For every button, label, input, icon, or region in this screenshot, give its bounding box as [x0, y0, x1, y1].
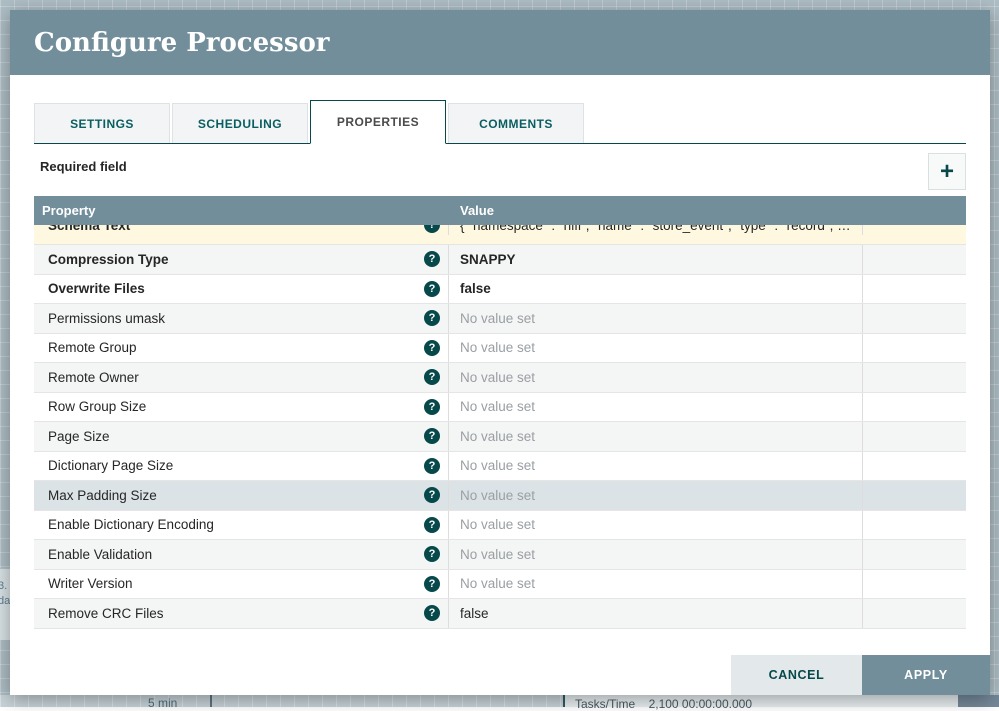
property-name: Remove CRC Files: [48, 605, 164, 621]
cancel-button[interactable]: CANCEL: [731, 655, 862, 695]
table-row[interactable]: Permissions umask ? No value set: [34, 304, 966, 334]
row-action-cell: [863, 245, 966, 274]
help-icon[interactable]: ?: [424, 310, 440, 327]
table-row[interactable]: Overwrite Files ? false: [34, 274, 966, 304]
property-value[interactable]: No value set: [460, 311, 535, 326]
dialog-header: Configure Processor: [10, 10, 990, 75]
help-icon[interactable]: ?: [424, 516, 440, 533]
property-name: Enable Dictionary Encoding: [48, 517, 214, 533]
row-action-cell: [863, 393, 966, 422]
canvas-text-fragment: da: [0, 595, 11, 607]
tab-settings[interactable]: SETTINGS: [34, 103, 170, 143]
table-row[interactable]: Schema Text ? { "namespace" : "nifi", "n…: [34, 225, 966, 245]
canvas-divider-line: [563, 695, 565, 707]
table-row[interactable]: Remote Group ? No value set: [34, 333, 966, 363]
tab-bar: SETTINGS SCHEDULING PROPERTIES COMMENTS: [34, 100, 966, 144]
row-action-cell: [863, 511, 966, 540]
table-row[interactable]: Enable Validation ? No value set: [34, 540, 966, 570]
column-header-value: Value: [460, 203, 494, 218]
canvas-time-window-label: 5 min: [148, 696, 178, 710]
tab-comments[interactable]: COMMENTS: [448, 103, 584, 143]
property-name: Row Group Size: [48, 399, 147, 415]
apply-button[interactable]: APPLY: [862, 655, 990, 695]
help-icon[interactable]: ?: [424, 251, 440, 268]
help-icon[interactable]: ?: [424, 487, 440, 504]
row-action-cell: [863, 225, 966, 235]
row-action-cell: [863, 599, 966, 628]
table-row[interactable]: Remote Owner ? No value set: [34, 363, 966, 393]
property-name: Page Size: [48, 428, 110, 444]
property-name: Overwrite Files: [48, 281, 145, 297]
table-row[interactable]: Remove CRC Files ? false: [34, 599, 966, 629]
property-name: Writer Version: [48, 576, 133, 592]
row-action-cell: [863, 334, 966, 363]
property-name: Remote Group: [48, 340, 137, 356]
help-icon[interactable]: ?: [424, 339, 440, 356]
row-action-cell: [863, 570, 966, 599]
property-value[interactable]: No value set: [460, 576, 535, 591]
help-icon[interactable]: ?: [424, 457, 440, 474]
table-row[interactable]: Page Size ? No value set: [34, 422, 966, 452]
property-value[interactable]: false: [460, 606, 489, 621]
canvas-component-partial: [958, 695, 999, 707]
row-action-cell: [863, 481, 966, 510]
row-action-cell: [863, 452, 966, 481]
row-action-cell: [863, 540, 966, 569]
help-icon[interactable]: ?: [424, 398, 440, 415]
table-header-row: Property Value: [34, 196, 966, 225]
help-icon[interactable]: ?: [424, 225, 440, 233]
tab-properties[interactable]: PROPERTIES: [310, 100, 446, 144]
dialog-title: Configure Processor: [34, 27, 330, 58]
property-name: Permissions umask: [48, 310, 166, 326]
property-value[interactable]: SNAPPY: [460, 252, 516, 267]
help-icon[interactable]: ?: [424, 546, 440, 563]
property-name: Dictionary Page Size: [48, 458, 174, 474]
canvas-stats-fragment: Tasks/Time 2,100 00:00:00.000: [575, 697, 752, 711]
table-row-highlighted[interactable]: Max Padding Size ? No value set: [34, 481, 966, 511]
property-value[interactable]: No value set: [460, 488, 535, 503]
plus-icon: +: [939, 157, 954, 185]
property-name: Compression Type: [48, 251, 169, 267]
table-row[interactable]: Enable Dictionary Encoding ? No value se…: [34, 510, 966, 540]
help-icon[interactable]: ?: [424, 428, 440, 445]
property-value[interactable]: false: [460, 281, 491, 296]
tab-scheduling[interactable]: SCHEDULING: [172, 103, 308, 143]
configure-processor-dialog: Configure Processor SETTINGS SCHEDULING …: [10, 10, 990, 695]
canvas-text-fragment: 3.: [0, 580, 8, 592]
property-name: Max Padding Size: [48, 487, 157, 503]
property-value[interactable]: No value set: [460, 429, 535, 444]
add-property-button[interactable]: +: [928, 153, 966, 190]
property-name: Remote Owner: [48, 369, 139, 385]
property-value[interactable]: No value set: [460, 370, 535, 385]
table-row[interactable]: Row Group Size ? No value set: [34, 392, 966, 422]
property-value[interactable]: No value set: [460, 399, 535, 414]
help-icon[interactable]: ?: [424, 605, 440, 622]
help-icon[interactable]: ?: [424, 280, 440, 297]
property-value[interactable]: No value set: [460, 340, 535, 355]
property-name: Enable Validation: [48, 546, 153, 562]
row-action-cell: [863, 275, 966, 304]
row-action-cell: [863, 422, 966, 451]
property-value[interactable]: No value set: [460, 458, 535, 473]
property-value[interactable]: No value set: [460, 547, 535, 562]
table-row[interactable]: Writer Version ? No value set: [34, 569, 966, 599]
properties-table: Property Value Schema Text ? { "namespac…: [34, 196, 966, 629]
property-name: Schema Text: [48, 225, 131, 233]
required-field-hint: Required field: [40, 159, 127, 174]
table-row[interactable]: Compression Type ? SNAPPY: [34, 245, 966, 275]
property-value[interactable]: { "namespace" : "nifi", "name" : "store_…: [460, 225, 851, 233]
row-action-cell: [863, 304, 966, 333]
help-icon[interactable]: ?: [424, 369, 440, 386]
property-value[interactable]: No value set: [460, 517, 535, 532]
row-action-cell: [863, 363, 966, 392]
dialog-body: SETTINGS SCHEDULING PROPERTIES COMMENTS …: [10, 75, 990, 695]
table-row[interactable]: Dictionary Page Size ? No value set: [34, 451, 966, 481]
canvas-divider-line: [210, 695, 212, 707]
column-header-property: Property: [42, 203, 96, 218]
help-icon[interactable]: ?: [424, 575, 440, 592]
